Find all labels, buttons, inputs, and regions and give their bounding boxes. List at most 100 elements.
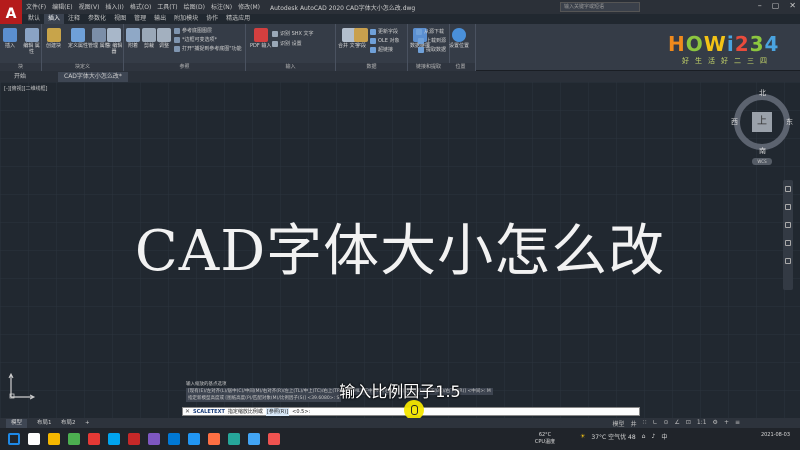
menu-draw[interactable]: 绘图(D) [184,2,205,11]
frames-variable[interactable]: *边框可变选项* [174,36,217,43]
status-toggles: 模型 井 ∷ ∟ ⊙ ∠ ⊡ 1:1 ⚙ + ≡ [613,419,740,428]
update-fields[interactable]: 更新字段 [370,28,398,35]
store-icon[interactable] [228,433,240,445]
brand-letter: W [703,32,727,56]
command-option-reference[interactable]: [参照(R)] [265,407,290,416]
tab-addins[interactable]: 附加模块 [170,14,202,24]
menu-view[interactable]: 视图(V) [79,2,100,11]
tab-annotate[interactable]: 注释 [64,14,84,24]
orbit-icon[interactable] [785,240,791,246]
menu-modify[interactable]: 修改(M) [238,2,260,11]
menu-dimension[interactable]: 标注(N) [211,2,232,11]
set-location-button[interactable]: 设置位置 [449,28,469,49]
tab-default[interactable]: 默认 [24,14,44,24]
tab-insert[interactable]: 插入 [44,14,65,24]
compass-south[interactable]: 南 [759,146,766,156]
recognize-shx-text[interactable]: 识别 SHX 文字 [272,30,314,37]
steering-wheel-icon[interactable] [785,186,791,192]
osnap-toggle-icon[interactable]: ⊡ [686,419,691,428]
viewport-controls[interactable]: [-][俯视][二维线框] [4,85,48,92]
drawing-area[interactable]: [-][俯视][二维线框] CAD字体大小怎么改 上 北 南 东 西 WCS 输… [0,82,800,418]
menu-tools[interactable]: 工具(T) [157,2,177,11]
ole-object[interactable]: OLE 对象 [370,37,399,44]
annotation-monitor-icon[interactable]: + [724,419,729,428]
tab-parametric[interactable]: 参数化 [84,14,110,24]
weather-text[interactable]: 37°C 空气优 48 [591,432,635,441]
polar-toggle-icon[interactable]: ⊙ [663,419,668,428]
define-attr-button[interactable]: 定义属性 [68,28,88,49]
annotation-scale[interactable]: 1:1 [697,419,707,428]
insert-block-button[interactable]: 插入 [3,28,17,49]
tab-layout1[interactable]: 布局1 [32,419,57,428]
workspace-gear-icon[interactable]: ⚙ [713,419,718,428]
attach-button[interactable]: 附着 [126,28,140,49]
menu-file[interactable]: 文件(F) [26,2,46,11]
ortho-toggle-icon[interactable]: ∟ [652,419,657,428]
edge-icon[interactable] [108,433,120,445]
search-icon[interactable] [28,433,40,445]
close-icon[interactable]: ✕ [789,1,796,10]
clock[interactable]: 2021-08-03 [730,432,790,439]
settings-icon[interactable] [248,433,260,445]
file-explorer-icon[interactable] [48,433,60,445]
ref-underlay-layers[interactable]: 参考底图图层 [174,27,212,34]
hyperlink[interactable]: 超链接 [370,46,393,53]
snap-underlay[interactable]: 打开"捕捉到参考底图"功能 [174,45,242,52]
grid-toggle-icon[interactable]: 井 [631,419,637,428]
isodraft-toggle-icon[interactable]: ∠ [674,419,679,428]
minimize-icon[interactable]: – [758,1,762,10]
upload-to-source[interactable]: 上载到源 [418,37,446,44]
wcs-menu[interactable]: WCS [752,158,772,165]
photoshop-icon[interactable] [148,433,160,445]
pan-icon[interactable] [785,204,791,210]
tab-view[interactable]: 视图 [110,14,130,24]
tab-output[interactable]: 输出 [150,14,170,24]
tab-start[interactable]: 开始 [8,72,32,82]
start-icon[interactable] [8,433,20,445]
app-icon[interactable] [268,433,280,445]
network-icon[interactable]: ⌂ [642,433,646,440]
create-block-button[interactable]: 创建块 [46,28,61,49]
clip-button[interactable]: 剪裁 [142,28,156,49]
player-icon[interactable] [208,433,220,445]
block-editor-button[interactable]: 块 编辑器 [105,28,123,55]
tab-layout2[interactable]: 布局2 [56,419,81,428]
zoom-icon[interactable] [785,222,791,228]
ime-indicator[interactable]: 中 [661,432,667,441]
media-icon[interactable] [128,433,140,445]
add-layout-button[interactable]: + [80,419,95,428]
cube-top-face[interactable]: 上 [752,112,772,132]
weather-icon[interactable]: ☀ [580,433,585,440]
menu-edit[interactable]: 编辑(E) [52,2,72,11]
edit-attr-button[interactable]: 编辑 属性 [22,28,41,55]
autocad-icon[interactable] [88,433,100,445]
tab-drawing[interactable]: CAD字体大小怎么改* [58,72,128,82]
browser-icon[interactable] [188,433,200,445]
status-model[interactable]: 模型 [613,419,625,428]
tab-manage[interactable]: 管理 [130,14,150,24]
search-input[interactable]: 输入关键字或短语 [560,2,640,12]
snap-toggle-icon[interactable]: ∷ [643,419,647,428]
menu-format[interactable]: 格式(O) [130,2,151,11]
tab-collaborate[interactable]: 协作 [202,14,222,24]
field-button[interactable]: 字段 [354,28,368,49]
compass-north[interactable]: 北 [759,88,766,98]
volume-icon[interactable]: ♪ [651,433,655,440]
maximize-icon[interactable]: ▢ [772,1,780,10]
tab-model[interactable]: 模型 [6,419,28,428]
pdf-import-button[interactable]: PDF 输入 [250,28,271,49]
compass-west[interactable]: 西 [731,117,738,127]
viewcube[interactable]: 上 北 南 东 西 WCS [728,88,798,172]
recognize-settings[interactable]: 识别 设置 [272,40,302,47]
tab-featured-apps[interactable]: 精选应用 [222,14,254,24]
extract-data[interactable]: 提取数据 [418,46,446,53]
close-icon[interactable]: ✕ [185,408,190,416]
customize-menu-icon[interactable]: ≡ [735,419,740,428]
compass-east[interactable]: 东 [786,117,793,127]
mail-icon[interactable] [168,433,180,445]
wechat-icon[interactable] [68,433,80,445]
showmotion-icon[interactable] [785,258,791,264]
adjust-button[interactable]: 调整 [157,28,171,49]
menu-insert[interactable]: 插入(I) [105,2,123,11]
download-from-source[interactable]: 从源下载 [416,28,444,35]
